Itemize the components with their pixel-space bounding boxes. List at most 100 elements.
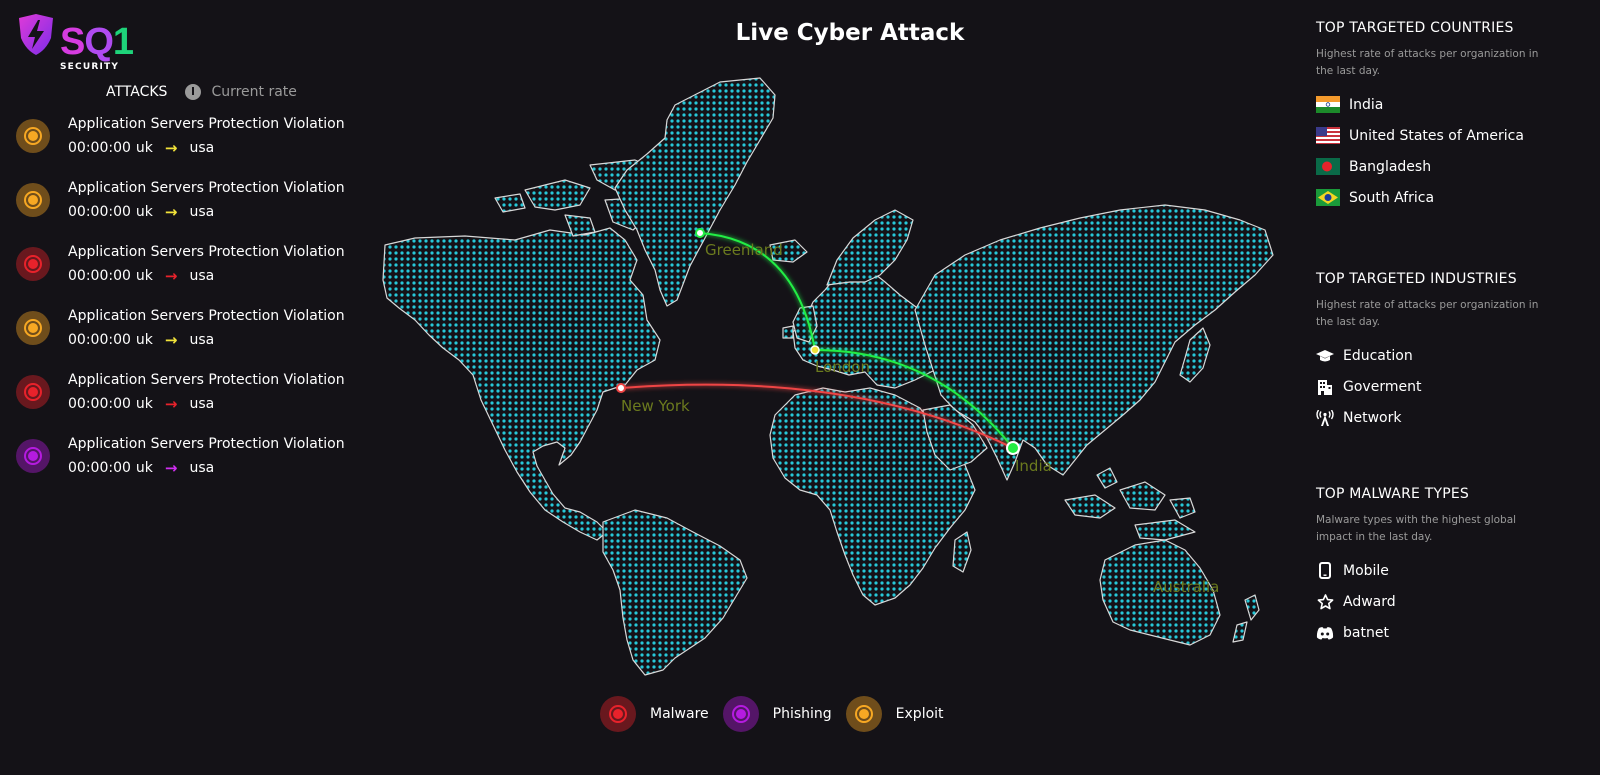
country-item-usa[interactable]: United States of America	[1316, 120, 1586, 151]
exploit-attack-icon	[16, 311, 50, 345]
attack-name: Application Servers Protection Violation	[68, 308, 345, 324]
country-label: India	[1349, 96, 1384, 113]
country-label: South Africa	[1349, 189, 1435, 206]
attack-target: usa	[189, 204, 215, 220]
arrow-right-icon: →	[164, 203, 178, 221]
country-item-india[interactable]: India	[1316, 89, 1586, 120]
building-icon	[1316, 378, 1334, 396]
logo[interactable]: SQ1 SECURITY	[16, 14, 136, 74]
exploit-attack-icon	[16, 119, 50, 153]
attack-meta: 00:00:00 uk → usa	[68, 395, 214, 413]
attack-time: 00:00:00	[68, 140, 131, 156]
malware-attack-icon	[16, 247, 50, 281]
attack-time: 00:00:00	[68, 460, 131, 476]
attack-list: Application Servers Protection Violation…	[16, 114, 366, 498]
exploit-legend-icon	[845, 696, 882, 732]
mobile-phone-icon	[1316, 562, 1334, 580]
logo-subtitle: SECURITY	[60, 62, 120, 72]
attack-name: Application Servers Protection Violation	[68, 116, 345, 132]
attack-item[interactable]: Application Servers Protection Violation…	[16, 434, 366, 498]
attack-type-legend: Malware Phishing Exploit	[600, 696, 958, 732]
top-targeted-industries: TOP TARGETED INDUSTRIES Highest rate of …	[1316, 271, 1586, 433]
attack-time: 00:00:00	[68, 204, 131, 220]
legend-item-exploit[interactable]: Exploit	[845, 696, 944, 732]
attack-meta: 00:00:00 uk → usa	[68, 139, 214, 157]
arrow-right-icon: →	[164, 331, 178, 349]
attack-time: 00:00:00	[68, 396, 131, 412]
discord-icon	[1316, 624, 1334, 642]
attack-target: usa	[189, 140, 215, 156]
attack-name: Application Servers Protection Violation	[68, 436, 345, 452]
madagascar-landmass	[952, 531, 972, 573]
legend-label: Malware	[650, 706, 709, 722]
country-label: United States of America	[1349, 127, 1524, 144]
arrow-right-icon: →	[164, 139, 178, 157]
section-description-industries: Highest rate of attacks per organization…	[1316, 299, 1539, 328]
country-label: Bangladesh	[1349, 158, 1432, 175]
arrow-right-icon: →	[164, 459, 178, 477]
south-africa-flag-icon	[1316, 189, 1340, 206]
section-title-industries: TOP TARGETED INDUSTRIES	[1316, 271, 1517, 287]
attack-target: usa	[189, 396, 215, 412]
legend-label: Exploit	[895, 706, 944, 722]
attack-item[interactable]: Application Servers Protection Violation…	[16, 114, 366, 178]
malware-label: batnet	[1343, 624, 1389, 641]
industry-item-government[interactable]: Goverment	[1316, 371, 1586, 402]
malware-label: Adward	[1343, 593, 1396, 610]
malware-item-batnet[interactable]: batnet	[1316, 617, 1586, 648]
section-description-malware: Malware types with the highest global im…	[1316, 514, 1517, 543]
arrow-right-icon: →	[164, 395, 178, 413]
map-label-london: London	[815, 358, 870, 376]
attack-source: uk	[135, 140, 153, 156]
usa-flag-icon	[1316, 127, 1340, 144]
legend-label: Phishing	[772, 706, 832, 722]
map-label-india: India	[1015, 457, 1052, 475]
attack-item[interactable]: Application Servers Protection Violation…	[16, 370, 366, 434]
industry-item-network[interactable]: Network	[1316, 402, 1586, 433]
country-item-south-africa[interactable]: South Africa	[1316, 182, 1586, 213]
malware-item-mobile[interactable]: Mobile	[1316, 555, 1586, 586]
attack-name: Application Servers Protection Violation	[68, 244, 345, 260]
attack-item[interactable]: Application Servers Protection Violation…	[16, 242, 366, 306]
attack-source: uk	[135, 332, 153, 348]
node-london[interactable]	[810, 345, 820, 355]
industry-item-education[interactable]: Education	[1316, 340, 1586, 371]
attack-target: usa	[189, 268, 215, 284]
world-map[interactable]: Greenland London New York India Australi…	[375, 70, 1285, 680]
attack-time: 00:00:00	[68, 332, 131, 348]
section-title-countries: TOP TARGETED COUNTRIES	[1316, 20, 1514, 36]
malware-item-adward[interactable]: Adward	[1316, 586, 1586, 617]
legend-item-phishing[interactable]: Phishing	[722, 696, 832, 732]
attack-meta: 00:00:00 uk → usa	[68, 267, 214, 285]
node-greenland[interactable]	[695, 228, 705, 238]
attack-target: usa	[189, 460, 215, 476]
attack-item[interactable]: Application Servers Protection Violation…	[16, 306, 366, 370]
star-icon	[1316, 593, 1334, 611]
south-america-landmass	[602, 509, 748, 676]
attack-target: usa	[189, 332, 215, 348]
scandinavia-landmass	[826, 209, 914, 286]
legend-item-malware[interactable]: Malware	[600, 696, 709, 732]
attacks-label: ATTACKS	[106, 84, 168, 100]
attack-meta: 00:00:00 uk → usa	[68, 331, 214, 349]
node-india[interactable]	[1006, 441, 1020, 455]
country-item-bangladesh[interactable]: Bangladesh	[1316, 151, 1586, 182]
attack-name: Application Servers Protection Violation	[68, 372, 345, 388]
arrow-right-icon: →	[164, 267, 178, 285]
map-label-greenland: Greenland	[705, 241, 783, 259]
industry-label: Network	[1343, 409, 1402, 426]
attack-source: uk	[135, 460, 153, 476]
southeast-asia-islands	[1064, 467, 1196, 541]
attack-item[interactable]: Application Servers Protection Violation…	[16, 178, 366, 242]
attack-source: uk	[135, 204, 153, 220]
node-new-york[interactable]	[616, 383, 626, 393]
broadcast-tower-icon	[1316, 409, 1334, 427]
malware-label: Mobile	[1343, 562, 1389, 579]
map-label-new-york: New York	[621, 397, 690, 415]
new-zealand-landmass	[1232, 594, 1260, 643]
current-rate-label[interactable]: Current rate	[211, 84, 296, 100]
malware-attack-icon	[16, 375, 50, 409]
attacks-header: ATTACKS Current rate	[106, 84, 297, 100]
japan-landmass	[1179, 327, 1211, 383]
attack-meta: 00:00:00 uk → usa	[68, 459, 214, 477]
